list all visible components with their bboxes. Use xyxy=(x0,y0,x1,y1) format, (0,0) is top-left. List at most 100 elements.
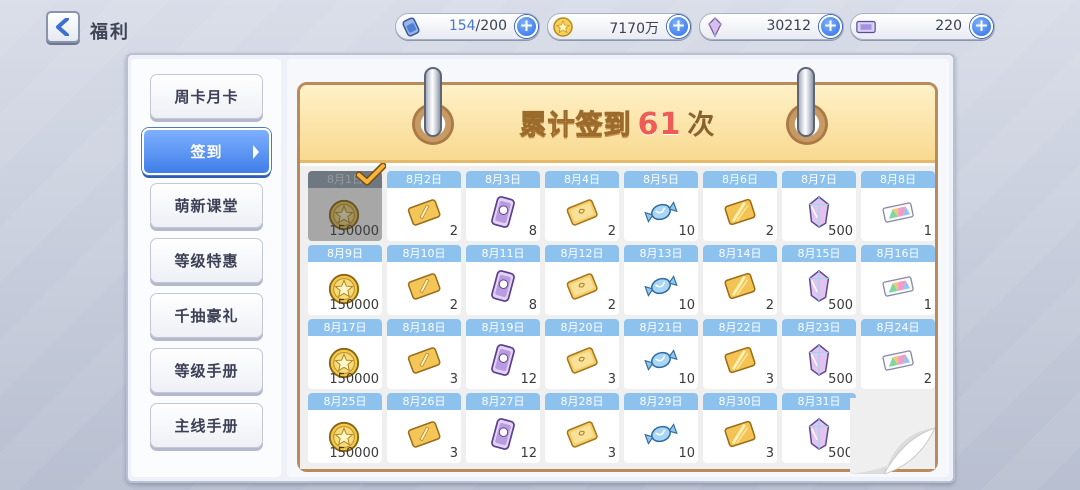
day-date-label: 8月17日 xyxy=(308,319,382,336)
reward-quantity: 3 xyxy=(449,372,458,387)
day-cell[interactable]: 8月19日 12 xyxy=(466,319,540,389)
day-cell[interactable]: 8月26日 3 xyxy=(387,393,461,463)
reward-quantity: 3 xyxy=(607,446,616,461)
jewel-plus-button[interactable]: + xyxy=(819,15,842,38)
day-date-label: 8月28日 xyxy=(545,393,619,410)
scroll-icon xyxy=(486,417,520,451)
binder-ring xyxy=(424,67,442,137)
day-cell[interactable]: 8月31日 500 xyxy=(782,393,856,463)
sidebar-item-checkin[interactable]: 签到 xyxy=(142,128,271,175)
sidebar-item-main-story-handbook[interactable]: 主线手册 xyxy=(150,403,263,448)
day-cell[interactable]: 8月12日 2 xyxy=(545,245,619,315)
day-cell[interactable]: 8月16日 1 xyxy=(861,245,935,315)
day-cell[interactable]: 8月30日 3 xyxy=(703,393,777,463)
day-cell[interactable]: 8月15日 500 xyxy=(782,245,856,315)
gold-coin-icon xyxy=(552,16,574,38)
day-cell[interactable]: 8月17日 150000 xyxy=(308,319,382,389)
day-cell[interactable]: 8月2日 2 xyxy=(387,171,461,241)
reward-quantity: 2 xyxy=(765,298,774,313)
back-button[interactable] xyxy=(46,11,80,43)
day-cell[interactable]: 8月10日 2 xyxy=(387,245,461,315)
day-grid: 8月1日 150000 8月2日 2 8月3日 8 8月4日 2 8月5日 10 8月6日 2 8月7日… xyxy=(300,162,936,475)
day-date-label: 8月30日 xyxy=(703,393,777,410)
day-date-label: 8月15日 xyxy=(782,245,856,262)
binder-ring xyxy=(797,67,815,137)
stamina-current: 154 xyxy=(448,18,476,34)
gold-counter: 7170万 + xyxy=(547,13,692,40)
reward-quantity: 150000 xyxy=(329,372,379,387)
sidebar-item-label: 签到 xyxy=(190,143,223,161)
day-cell[interactable]: 8月25日 150000 xyxy=(308,393,382,463)
ticket-icon xyxy=(407,269,441,303)
ticket-icon xyxy=(855,16,877,38)
reward-quantity: 2 xyxy=(607,298,616,313)
checkin-count: 61 xyxy=(637,107,682,142)
day-cell[interactable]: 8月11日 8 xyxy=(466,245,540,315)
candy-icon xyxy=(644,195,678,229)
sidebar-item-weekly-monthly-card[interactable]: 周卡月卡 xyxy=(150,74,263,119)
candy-icon xyxy=(644,417,678,451)
day-cell[interactable]: 8月5日 10 xyxy=(624,171,698,241)
stamina-potion-icon xyxy=(400,16,422,38)
sidebar-item-thousand-draw-gift[interactable]: 千抽豪礼 xyxy=(150,293,263,338)
day-date-label: 8月31日 xyxy=(782,393,856,410)
day-date-label: 8月19日 xyxy=(466,319,540,336)
day-date-label: 8月20日 xyxy=(545,319,619,336)
day-cell[interactable]: 8月27日 12 xyxy=(466,393,540,463)
day-date-label: 8月10日 xyxy=(387,245,461,262)
page-curl xyxy=(848,398,936,475)
day-cell[interactable]: 8月6日 2 xyxy=(703,171,777,241)
reward-quantity: 3 xyxy=(765,372,774,387)
day-cell[interactable]: 8月4日 2 xyxy=(545,171,619,241)
sidebar-item-level-handbook[interactable]: 等级手册 xyxy=(150,348,263,393)
rainbow-ticket-icon xyxy=(881,343,915,377)
jewel-counter: 30212 + xyxy=(699,13,844,40)
scroll-icon xyxy=(486,343,520,377)
reward-quantity: 500 xyxy=(828,224,853,239)
day-date-label: 8月27日 xyxy=(466,393,540,410)
day-cell[interactable]: 8月21日 10 xyxy=(624,319,698,389)
day-date-label: 8月11日 xyxy=(466,245,540,262)
day-date-label: 8月21日 xyxy=(624,319,698,336)
day-date-label: 8月22日 xyxy=(703,319,777,336)
ticket-plus-button[interactable]: + xyxy=(970,15,993,38)
day-cell[interactable]: 8月23日 500 xyxy=(782,319,856,389)
day-cell[interactable]: 8月20日 3 xyxy=(545,319,619,389)
day-date-label: 8月16日 xyxy=(861,245,935,262)
calendar-header: 累计签到 61 次 xyxy=(300,85,935,163)
card-icon xyxy=(565,417,599,451)
feather-card-icon xyxy=(723,417,757,451)
day-date-label: 8月6日 xyxy=(703,171,777,188)
day-cell[interactable]: 8月8日 1 xyxy=(861,171,935,241)
day-cell[interactable]: 8月24日 2 xyxy=(861,319,935,389)
scroll-icon xyxy=(486,269,520,303)
day-cell[interactable]: 8月14日 2 xyxy=(703,245,777,315)
sidebar-item-newbie-class[interactable]: 萌新课堂 xyxy=(150,183,263,228)
ticket-icon xyxy=(407,417,441,451)
day-cell[interactable]: 8月28日 3 xyxy=(545,393,619,463)
day-cell[interactable]: 8月29日 10 xyxy=(624,393,698,463)
stamina-plus-button[interactable]: + xyxy=(515,15,538,38)
card-icon xyxy=(565,343,599,377)
day-date-label: 8月12日 xyxy=(545,245,619,262)
day-cell[interactable]: 8月18日 3 xyxy=(387,319,461,389)
day-cell[interactable]: 8月1日 150000 xyxy=(308,162,387,241)
day-cell[interactable]: 8月7日 500 xyxy=(782,171,856,241)
sidebar-item-level-deals[interactable]: 等级特惠 xyxy=(150,238,263,283)
day-cell[interactable]: 8月22日 3 xyxy=(703,319,777,389)
day-cell[interactable]: 8月3日 8 xyxy=(466,171,540,241)
reward-quantity: 1 xyxy=(923,298,932,313)
day-date-label: 8月25日 xyxy=(308,393,382,410)
reward-quantity: 2 xyxy=(765,224,774,239)
reward-quantity: 8 xyxy=(528,224,537,239)
candy-icon xyxy=(644,269,678,303)
reward-quantity: 8 xyxy=(528,298,537,313)
ticket-icon xyxy=(407,343,441,377)
gold-plus-button[interactable]: + xyxy=(667,15,690,38)
back-arrow-icon xyxy=(56,18,69,36)
day-cell[interactable]: 8月13日 10 xyxy=(624,245,698,315)
day-date-label: 8月9日 xyxy=(308,245,382,262)
day-date-label: 8月4日 xyxy=(545,171,619,188)
reward-quantity: 2 xyxy=(923,372,932,387)
day-cell[interactable]: 8月9日 150000 xyxy=(308,245,382,315)
